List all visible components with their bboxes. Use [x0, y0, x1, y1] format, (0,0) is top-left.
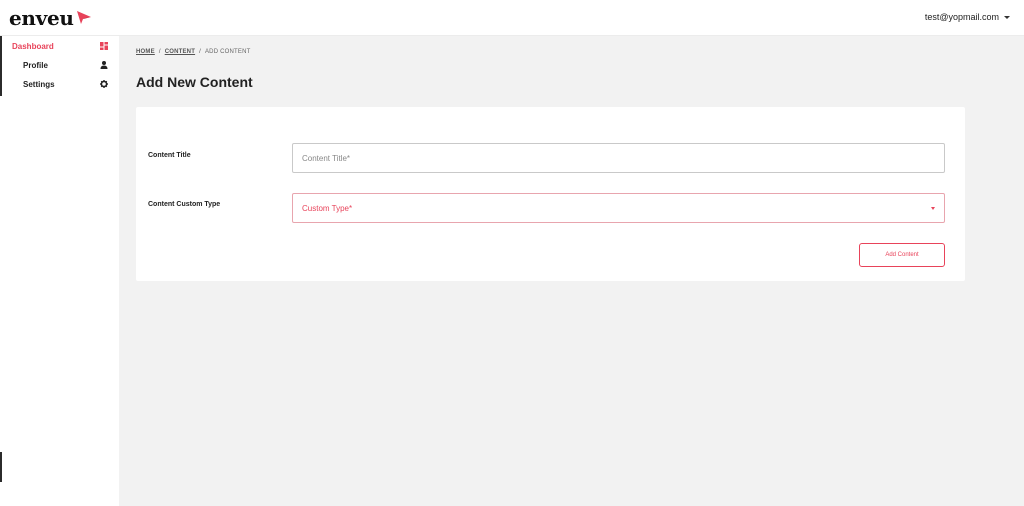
content-form-card: Content Title Content Custom Type Custom…	[136, 107, 965, 281]
user-menu[interactable]: test@yopmail.com	[925, 12, 1010, 22]
breadcrumb-content-link[interactable]: CONTENT	[165, 49, 195, 55]
custom-type-label: Content Custom Type	[148, 201, 221, 208]
breadcrumb-current: ADD CONTENT	[204, 49, 251, 55]
add-content-button[interactable]: Add Content	[859, 243, 945, 267]
content-title-input[interactable]	[302, 153, 944, 163]
caret-down-icon	[931, 207, 935, 210]
dashboard-icon	[100, 42, 108, 50]
custom-type-placeholder: Custom Type*	[302, 203, 353, 213]
user-icon	[100, 61, 108, 69]
top-bar: enveu test@yopmail.com	[0, 0, 1024, 36]
user-email: test@yopmail.com	[924, 12, 999, 22]
enveu-logo[interactable]: enveu	[9, 7, 92, 29]
breadcrumb-home-link[interactable]: HOME	[136, 49, 155, 55]
breadcrumb-separator: /	[199, 49, 201, 55]
breadcrumb-separator: /	[158, 49, 161, 55]
breadcrumb: HOME / CONTENT / ADD CONTENT	[136, 49, 251, 55]
logo-arrow-icon	[76, 11, 91, 24]
content-title-label: Content Title	[148, 152, 191, 159]
content-title-field[interactable]	[292, 143, 945, 173]
sidebar: Dashboard Profile Settings	[0, 36, 119, 506]
main-content: HOME / CONTENT / ADD CONTENT Add New Con…	[119, 36, 1024, 506]
window-edge	[0, 452, 2, 482]
sidebar-item-label: Settings	[23, 79, 55, 89]
chevron-down-icon	[1004, 15, 1010, 19]
sidebar-item-dashboard[interactable]: Dashboard	[0, 37, 119, 55]
sidebar-item-label: Profile	[23, 60, 48, 70]
custom-type-select[interactable]: Custom Type*	[292, 193, 945, 223]
logo-text: enveu	[9, 6, 74, 30]
gear-icon	[100, 80, 108, 88]
page-title: Add New Content	[136, 74, 253, 90]
window-edge	[0, 36, 2, 96]
sidebar-item-label: Dashboard	[12, 41, 54, 51]
sidebar-item-settings[interactable]: Settings	[0, 75, 119, 93]
sidebar-item-profile[interactable]: Profile	[0, 56, 119, 74]
